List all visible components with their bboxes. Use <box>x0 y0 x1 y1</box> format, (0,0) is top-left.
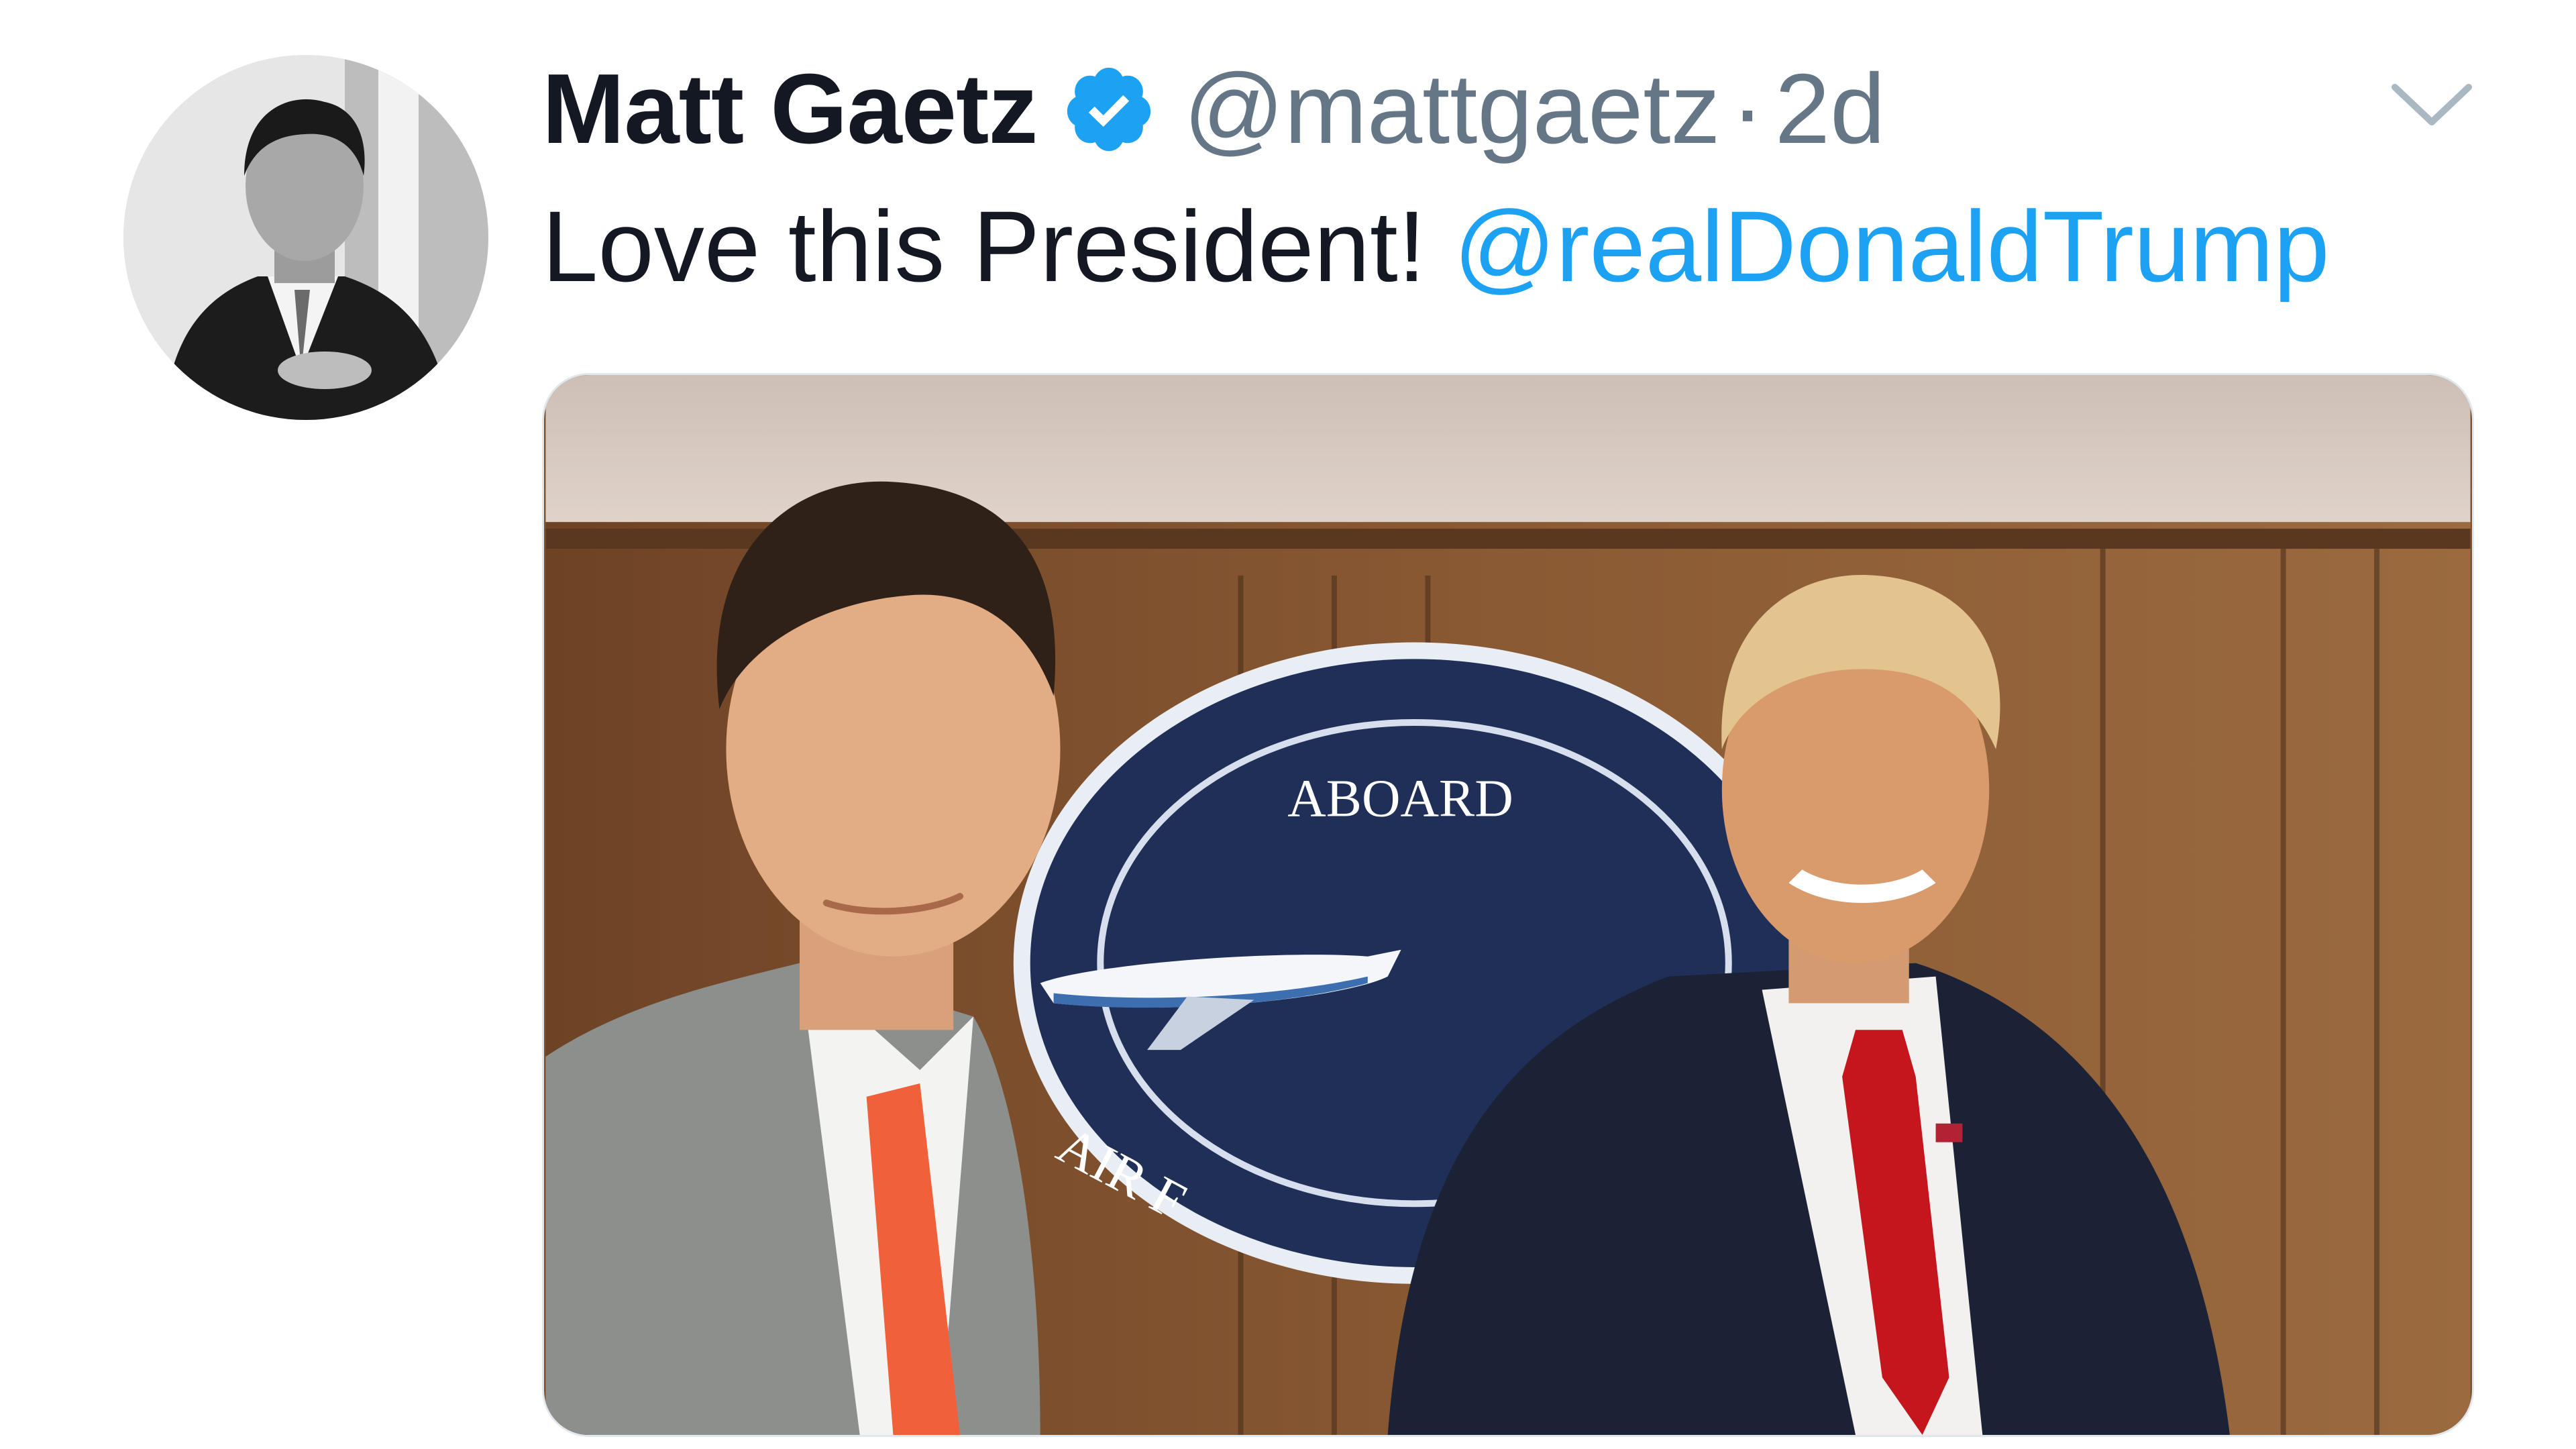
seal-text-top: ABOARD <box>1287 769 1513 828</box>
author-handle[interactable]: @mattgaetz <box>1183 52 1720 166</box>
verified-badge-icon <box>1061 62 1157 157</box>
tweet-header: Matt Gaetz @mattgaetz · 2d <box>542 52 1885 166</box>
separator-dot: · <box>1731 54 1764 164</box>
tweet-timestamp[interactable]: 2d <box>1775 52 1886 166</box>
author-name[interactable]: Matt Gaetz <box>542 52 1038 166</box>
chevron-down-icon[interactable] <box>2388 74 2475 134</box>
tweet-body: Love this President! <box>542 190 1426 303</box>
author-avatar[interactable] <box>123 55 488 420</box>
tweet-text: Love this President! @realDonaldTrump <box>542 189 2330 303</box>
tweet-photo[interactable]: ABOARD AIR F <box>542 373 2474 1437</box>
mention-link[interactable]: @realDonaldTrump <box>1454 190 2330 303</box>
tweet-card: Matt Gaetz @mattgaetz · 2d Love this Pre… <box>0 0 2576 1449</box>
